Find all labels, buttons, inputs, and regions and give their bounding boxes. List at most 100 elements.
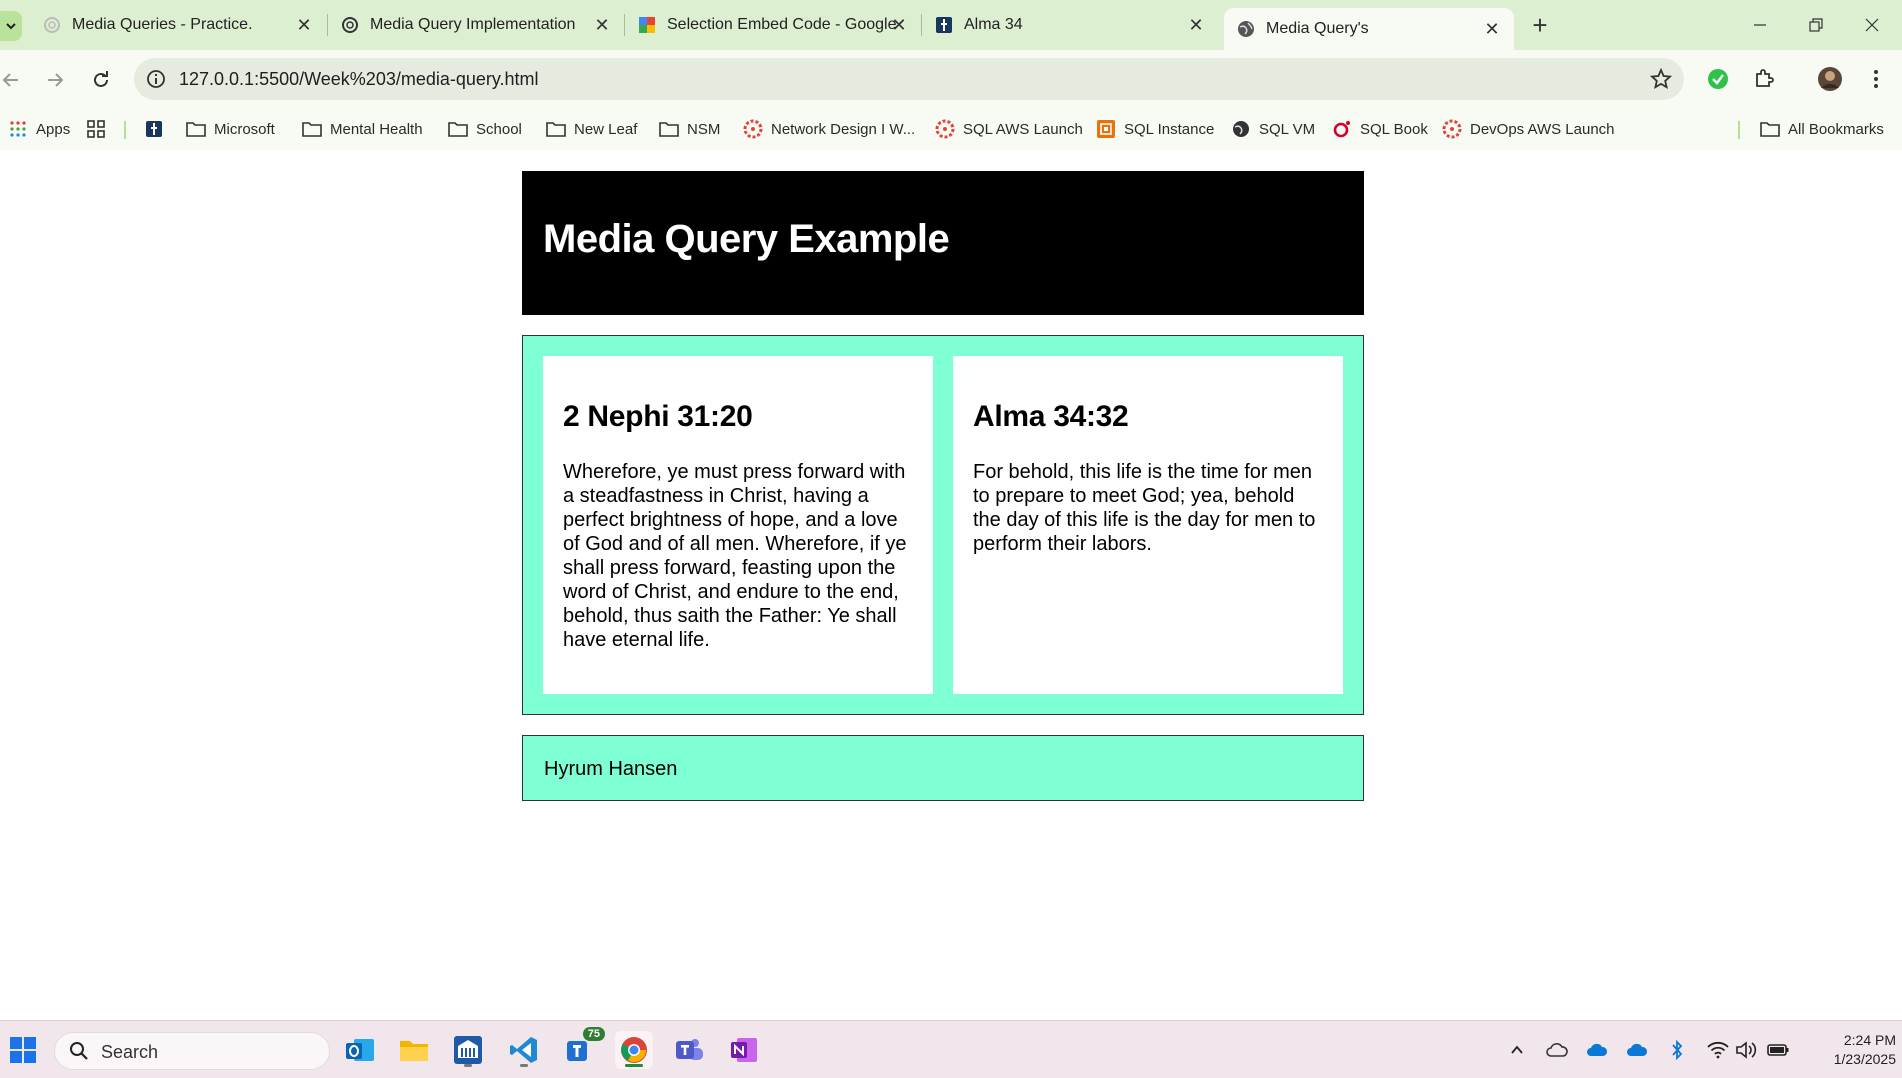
reload-button[interactable] (86, 65, 116, 95)
onenote-app[interactable] (725, 1031, 763, 1069)
openai-icon (42, 15, 62, 35)
url-text: 127.0.0.1:5500/Week%203/media-query.html (179, 69, 539, 89)
volume-icon[interactable] (1734, 1038, 1758, 1062)
page-viewport: Media Query Example 2 Nephi 31:20 Wheref… (0, 150, 1902, 1020)
close-tab-icon[interactable]: ✕ (292, 13, 316, 37)
folder-icon (448, 119, 468, 139)
bookmark-label: SQL Instance (1124, 120, 1215, 138)
tab-title: Selection Embed Code - Google (667, 16, 897, 33)
bookmark-sql-book[interactable]: SQL Book (1332, 117, 1428, 141)
onedrive-business-icon[interactable] (1625, 1038, 1649, 1062)
close-window-button[interactable] (1855, 8, 1889, 42)
bookmark-label: Apps (36, 120, 71, 138)
close-tab-icon[interactable]: ✕ (1480, 17, 1504, 41)
page-title: Media Query Example (543, 217, 950, 261)
minimize-button[interactable] (1743, 8, 1777, 42)
outlook-app[interactable] (341, 1031, 379, 1069)
taskbar-app-institution[interactable] (449, 1031, 487, 1069)
forward-button[interactable] (40, 65, 70, 95)
teams-classic-app[interactable]: 75 (561, 1027, 605, 1069)
extensions-puzzle-icon[interactable] (1748, 63, 1780, 95)
bookmark-label: Mental Health (330, 120, 423, 138)
tab-search-button[interactable] (0, 11, 22, 41)
wifi-icon[interactable] (1706, 1038, 1730, 1062)
bookmark-label: NSM (687, 120, 721, 138)
running-indicator (464, 1064, 472, 1067)
bookmark-sql-aws-launch[interactable]: SQL AWS Launch (935, 117, 1083, 141)
profile-avatar[interactable] (1814, 63, 1846, 95)
onedrive-personal-icon[interactable] (1545, 1038, 1569, 1062)
bluetooth-icon[interactable] (1665, 1038, 1689, 1062)
bookmark-label: School (476, 120, 522, 138)
search-placeholder: Search (101, 1042, 159, 1062)
instructure-icon (935, 119, 955, 139)
vscode-icon (510, 1037, 537, 1063)
card-text: For behold, this life is the time for me… (973, 461, 1316, 555)
onedrive-icon[interactable] (1585, 1038, 1609, 1062)
bookmarks-divider (124, 121, 126, 139)
bookmark-folder-new-leaf[interactable]: New Leaf (546, 117, 637, 141)
aws-icon (1096, 119, 1116, 139)
bookmark-church[interactable] (144, 117, 172, 141)
card-text: Wherefore, ye must press forward with a … (563, 461, 907, 651)
bookmark-network-design[interactable]: Network Design I W... (743, 117, 915, 141)
folder-icon (1760, 119, 1780, 139)
browser-menu-icon[interactable] (1860, 63, 1892, 95)
bookmark-label: All Bookmarks (1788, 120, 1884, 138)
vscode-app[interactable] (505, 1031, 543, 1069)
globe-icon (1236, 19, 1256, 39)
chrome-app[interactable] (615, 1031, 653, 1069)
scripture-card: Alma 34:32 For behold, this life is the … (953, 356, 1343, 694)
tab-media-query-implementation[interactable]: Media Query Implementation ✕ (328, 8, 624, 42)
tab-title: Media Queries - Practice. (72, 16, 253, 33)
bookmark-folder-mental-health[interactable]: Mental Health (302, 117, 423, 141)
teams-app[interactable] (670, 1031, 708, 1069)
site-info-icon[interactable] (146, 69, 166, 94)
start-button[interactable] (4, 1031, 42, 1069)
church-icon (934, 15, 954, 35)
tab-media-querys[interactable]: Media Query's ✕ (1224, 8, 1514, 50)
tab-selection-embed-code[interactable]: Selection Embed Code - Google ✕ (625, 8, 921, 42)
battery-icon[interactable] (1766, 1038, 1790, 1062)
bookmark-sql-instance[interactable]: SQL Instance (1096, 117, 1214, 141)
bookmark-label: Microsoft (214, 120, 275, 138)
show-hidden-icons-button[interactable] (1505, 1038, 1529, 1062)
minimize-icon (1754, 24, 1766, 26)
taskbar-search[interactable]: Search (54, 1032, 330, 1070)
new-tab-button[interactable]: + (1525, 10, 1555, 40)
card-title: 2 Nephi 31:20 (563, 400, 753, 433)
close-icon (1865, 18, 1879, 32)
close-tab-icon[interactable]: ✕ (887, 13, 911, 37)
folder-icon (546, 119, 566, 139)
bookmark-label: Network Design I W... (771, 120, 916, 138)
bookmark-folder-microsoft[interactable]: Microsoft (186, 117, 275, 141)
bookmark-sql-vm[interactable]: SQL VM (1231, 117, 1315, 141)
file-explorer-app[interactable] (395, 1031, 433, 1069)
bookmark-all-bookmarks[interactable]: All Bookmarks (1760, 117, 1884, 141)
tab-alma-34[interactable]: Alma 34 ✕ (922, 8, 1218, 42)
clock-date: 1/23/2025 (1833, 1051, 1896, 1067)
bookmark-star-icon[interactable] (1649, 67, 1673, 95)
bookmark-label: SQL VM (1259, 120, 1316, 138)
tab-strip: Media Queries - Practice. ✕ Media Query … (0, 0, 1902, 50)
close-tab-icon[interactable]: ✕ (1184, 13, 1208, 37)
bookmark-apps[interactable]: Apps (8, 117, 70, 141)
taskbar-clock[interactable]: 2:24 PM 1/23/2025 (1800, 1031, 1896, 1069)
bookmark-label: SQL Book (1360, 120, 1428, 138)
back-button[interactable] (0, 65, 26, 95)
tab-media-queries-practice[interactable]: Media Queries - Practice. ✕ (30, 8, 326, 42)
close-tab-icon[interactable]: ✕ (590, 13, 614, 37)
bookmark-tab-groups[interactable] (86, 117, 114, 141)
restore-button[interactable] (1799, 8, 1833, 42)
bookmark-devops-aws-launch[interactable]: DevOps AWS Launch (1442, 117, 1615, 141)
bookmark-folder-school[interactable]: School (448, 117, 522, 141)
bookmark-label: SQL AWS Launch (963, 120, 1083, 138)
content-panel: 2 Nephi 31:20 Wherefore, ye must press f… (522, 335, 1364, 715)
apps-grid-icon (8, 119, 28, 139)
tab-groups-icon (86, 119, 106, 139)
instructure-icon (743, 119, 763, 139)
building-icon (454, 1036, 482, 1064)
address-bar[interactable]: 127.0.0.1:5500/Week%203/media-query.html (134, 58, 1684, 100)
extension-check-icon[interactable] (1702, 63, 1734, 95)
bookmark-folder-nsm[interactable]: NSM (659, 117, 720, 141)
